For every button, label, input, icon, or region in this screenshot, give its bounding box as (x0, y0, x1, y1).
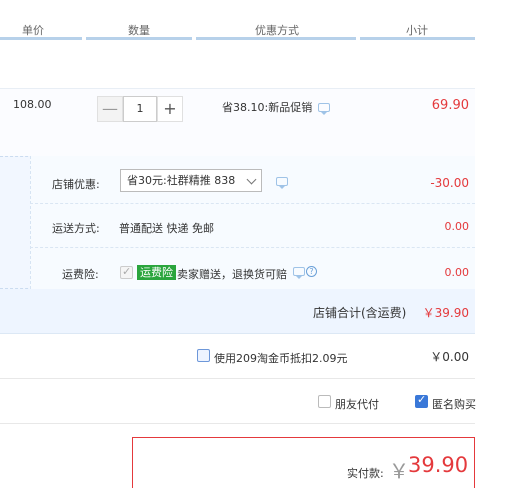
header-underline (360, 37, 475, 40)
chevron-down-icon (246, 174, 257, 185)
insurance-label: 运费险: (62, 268, 99, 281)
shop-coupon-selected: 省30元:社群精推 838 (127, 174, 236, 187)
anonymous-checkbox[interactable] (415, 393, 428, 408)
payment-amount: 39.90 (408, 453, 469, 477)
header-underline (0, 37, 82, 40)
shipping-method: 普通配送 快递 免邮 (119, 222, 214, 235)
divider (0, 378, 475, 379)
message-icon[interactable] (318, 103, 330, 115)
divider (30, 203, 475, 204)
item-subtotal: 69.90 (431, 98, 469, 113)
shipping-label: 运送方式: (52, 222, 100, 235)
help-icon[interactable]: ? (306, 266, 317, 277)
payment-label: 实付款: (347, 467, 384, 480)
header-underline (196, 37, 356, 40)
message-icon[interactable] (276, 177, 288, 189)
header-quantity: 数量 (128, 24, 150, 37)
insurance-tag: 运费险 (137, 265, 176, 280)
anonymous-label: 匿名购买 (432, 398, 476, 411)
divider (30, 247, 475, 248)
insurance-cost: 0.00 (444, 266, 470, 279)
divider (0, 423, 475, 424)
shop-coupon-select[interactable]: 省30元:社群精推 838 (120, 169, 262, 192)
shop-coupon-value: -30.00 (430, 176, 469, 190)
message-icon[interactable] (293, 267, 305, 279)
header-subtotal: 小计 (406, 24, 428, 37)
header-underline (86, 37, 192, 40)
friend-pay-label: 朋友代付 (335, 398, 379, 411)
header-discount: 优惠方式 (255, 24, 299, 37)
header-unit-price: 单价 (22, 24, 44, 37)
coins-label: 使用209淘金币抵扣2.09元 (214, 352, 348, 365)
coins-value: ￥0.00 (430, 350, 469, 364)
increase-quantity-button[interactable]: + (157, 96, 183, 122)
item-discount: 省38.10:新品促销 (222, 101, 313, 114)
friend-pay-checkbox[interactable] (318, 395, 331, 408)
unit-price: 108.00 (13, 98, 52, 111)
shipping-cost: 0.00 (444, 220, 470, 233)
decrease-quantity-button[interactable]: — (97, 96, 123, 122)
shop-total-value: ￥39.90 (422, 306, 469, 320)
table-header (0, 0, 505, 40)
shop-total-label: 店铺合计(含运费) (313, 306, 407, 320)
quantity-stepper: — 1 + (97, 96, 183, 122)
insurance-description: 卖家赠送，退换货可赔 (177, 268, 287, 281)
shop-coupon-label: 店铺优惠: (52, 178, 100, 191)
quantity-input[interactable]: 1 (123, 96, 157, 122)
coins-checkbox[interactable] (197, 349, 210, 362)
insurance-checkbox[interactable] (120, 265, 133, 279)
payment-currency: ￥ (389, 459, 409, 483)
